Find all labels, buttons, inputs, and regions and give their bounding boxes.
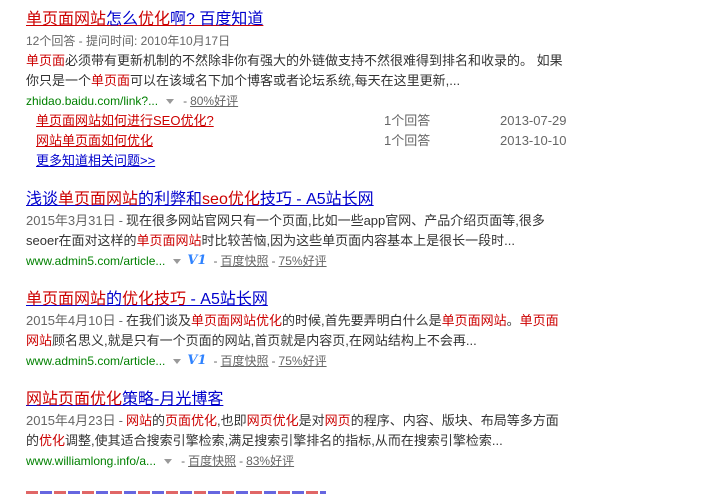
- title-text: 策略-月光博客: [122, 391, 224, 408]
- abstract-text: 可以在该域名下加个博客或者论坛系统,每天在这里更新,...: [130, 73, 461, 88]
- title-text: 的: [106, 291, 123, 308]
- more-questions-row: 更多知道相关问题>>: [26, 151, 706, 171]
- abstract-highlight: 优化: [39, 433, 66, 448]
- separator: -: [271, 254, 276, 268]
- dropdown-arrow-icon[interactable]: [173, 358, 182, 364]
- result-1: 单页面网站怎么优化啊? 百度知道 12个回答 - 提问时间: 2010年10月1…: [26, 9, 706, 171]
- title-highlight: 单页面网站: [58, 191, 139, 208]
- title-highlight: 优化: [138, 11, 171, 28]
- dropdown-arrow-icon[interactable]: [164, 458, 173, 464]
- abstract-highlight: 单页面: [91, 73, 131, 88]
- sub-question-row: 网站单页面如何优化 1个回答 2013-10-10: [36, 131, 596, 151]
- result-4-title[interactable]: 网站页面优化策略-月光博客: [26, 389, 706, 411]
- sub-question-row: 单页面网站如何进行SEO优化? 1个回答 2013-07-29: [36, 111, 596, 131]
- title-text: 的利弊和: [138, 191, 203, 208]
- result-4: 网站页面优化策略-月光博客 2015年4月23日 - 网站的页面优化,也即网页优化是…: [26, 389, 706, 471]
- result-date: 2015年4月23日: [26, 413, 116, 428]
- sub-question-count: 1个回答: [384, 133, 431, 148]
- result-4-urlline: www.williamlong.info/a... - 百度快照 - 83%好评: [26, 451, 706, 471]
- separator: -: [239, 454, 244, 468]
- abstract-highlight: 网页: [324, 413, 351, 428]
- abstract-text: 的: [151, 413, 165, 428]
- result-1-meta: 12个回答 - 提问时间: 2010年10月17日: [26, 34, 231, 48]
- separator: -: [118, 413, 123, 428]
- v1-badge-icon[interactable]: V1: [187, 351, 206, 371]
- sub-questions: 单页面网站如何进行SEO优化? 1个回答 2013-07-29 网站单页面如何优…: [26, 111, 706, 151]
- abstract-highlight: 单页面网站: [441, 313, 507, 328]
- title-text: 怎么: [106, 11, 139, 28]
- result-url[interactable]: www.admin5.com/article...: [26, 251, 165, 271]
- separator: -: [213, 254, 218, 268]
- result-5-title-clipped[interactable]: [26, 486, 326, 494]
- title-text: 啊? 百度知道: [170, 11, 264, 28]
- snapshot-link[interactable]: 百度快照: [221, 351, 269, 371]
- result-url[interactable]: zhidao.baidu.com/link?...: [26, 91, 158, 111]
- title-text: - A5站长网: [186, 291, 268, 308]
- result-4-abstract: 2015年4月23日 - 网站的页面优化,也即网页优化是对网页的程序、内容、版块、布…: [26, 411, 566, 451]
- title-highlight: 单页面网站: [26, 11, 107, 28]
- abstract-text: 的时候,首先要弄明白什么是: [282, 313, 442, 328]
- abstract-highlight: 网页优化: [246, 413, 299, 428]
- sub-question-link[interactable]: 网站单页面如何优化: [36, 133, 153, 148]
- title-text: 技巧 - A5站长网: [259, 191, 374, 208]
- result-3-abstract: 2015年4月10日 - 在我们谈及单页面网站优化的时候,首先要弄明白什么是单页面网…: [26, 311, 566, 351]
- result-1-abstract: 单页面必须带有更新机制的不然除非你有强大的外链做支持不然很难得到排名和收录的。 …: [26, 51, 566, 91]
- rating-link[interactable]: 75%好评: [279, 351, 327, 371]
- result-3-title[interactable]: 单页面网站的优化技巧 - A5站长网: [26, 289, 706, 311]
- title-highlight: seo优化: [202, 191, 260, 208]
- separator: -: [181, 454, 186, 468]
- result-date: 2015年3月31日: [26, 213, 116, 228]
- dropdown-arrow-icon[interactable]: [166, 98, 175, 104]
- abstract-text: 调整,使其适合搜索引擎检索,满足搜索引擎排名的指标,从而在搜索引擎检索...: [65, 433, 503, 448]
- sub-question-date: 2013-07-29: [500, 113, 567, 128]
- title-highlight: 单页面网站: [26, 291, 107, 308]
- separator: -: [183, 94, 188, 108]
- abstract-text: 时比较苦恼,因为这些单页面内容基本上是很长一段时...: [201, 233, 515, 248]
- result-2-urlline: www.admin5.com/article... V1 - 百度快照 - 75…: [26, 251, 706, 271]
- title-highlight: 优化技巧: [122, 291, 187, 308]
- result-3: 单页面网站的优化技巧 - A5站长网 2015年4月10日 - 在我们谈及单页面网站…: [26, 289, 706, 371]
- abstract-highlight: 网站: [125, 413, 152, 428]
- sub-question-count: 1个回答: [384, 113, 431, 128]
- rating-link[interactable]: 83%好评: [246, 451, 294, 471]
- result-url[interactable]: www.williamlong.info/a...: [26, 451, 156, 471]
- dropdown-arrow-icon[interactable]: [173, 258, 182, 264]
- separator: -: [118, 313, 123, 328]
- rating-link[interactable]: 75%好评: [279, 251, 327, 271]
- result-3-urlline: www.admin5.com/article... V1 - 百度快照 - 75…: [26, 351, 706, 371]
- title-highlight: 网站页面优化: [26, 391, 123, 408]
- abstract-text: 是对: [298, 413, 325, 428]
- result-date: 2015年4月10日: [26, 313, 116, 328]
- abstract-highlight: 单页面网站: [136, 233, 202, 248]
- abstract-highlight: 单页面: [26, 53, 66, 68]
- more-questions-link[interactable]: 更多知道相关问题>>: [36, 153, 155, 168]
- result-2-title[interactable]: 浅谈单页面网站的利弊和seo优化技巧 - A5站长网: [26, 189, 706, 211]
- sub-question-link[interactable]: 单页面网站如何进行SEO优化?: [36, 113, 214, 128]
- result-2-abstract: 2015年3月31日 - 现在很多网站官网只有一个页面,比如一些app官网、产品介绍…: [26, 211, 566, 251]
- abstract-text: ,也即: [217, 413, 247, 428]
- result-2: 浅谈单页面网站的利弊和seo优化技巧 - A5站长网 2015年3月31日 - 现在…: [26, 189, 706, 271]
- snapshot-link[interactable]: 百度快照: [188, 451, 236, 471]
- separator: -: [271, 354, 276, 368]
- separator: -: [213, 354, 218, 368]
- separator: -: [118, 213, 123, 228]
- rating-link[interactable]: 80%好评: [190, 91, 238, 111]
- v1-badge-icon[interactable]: V1: [187, 251, 206, 271]
- result-1-urlline: zhidao.baidu.com/link?... - 80%好评: [26, 91, 706, 111]
- abstract-text: 。: [506, 313, 520, 328]
- snapshot-link[interactable]: 百度快照: [221, 251, 269, 271]
- title-text: 浅谈: [26, 191, 59, 208]
- abstract-highlight: 页面优化: [165, 413, 218, 428]
- result-url[interactable]: www.admin5.com/article...: [26, 351, 165, 371]
- sub-question-date: 2013-10-10: [500, 133, 567, 148]
- abstract-highlight: 单页面网站优化: [190, 313, 282, 328]
- abstract-text: 顾名思义,就是只有一个页面的网站,首页就是内容页,在网站结构上不会再...: [52, 333, 477, 348]
- result-1-title[interactable]: 单页面网站怎么优化啊? 百度知道: [26, 9, 706, 31]
- abstract-text: 在我们谈及: [125, 313, 191, 328]
